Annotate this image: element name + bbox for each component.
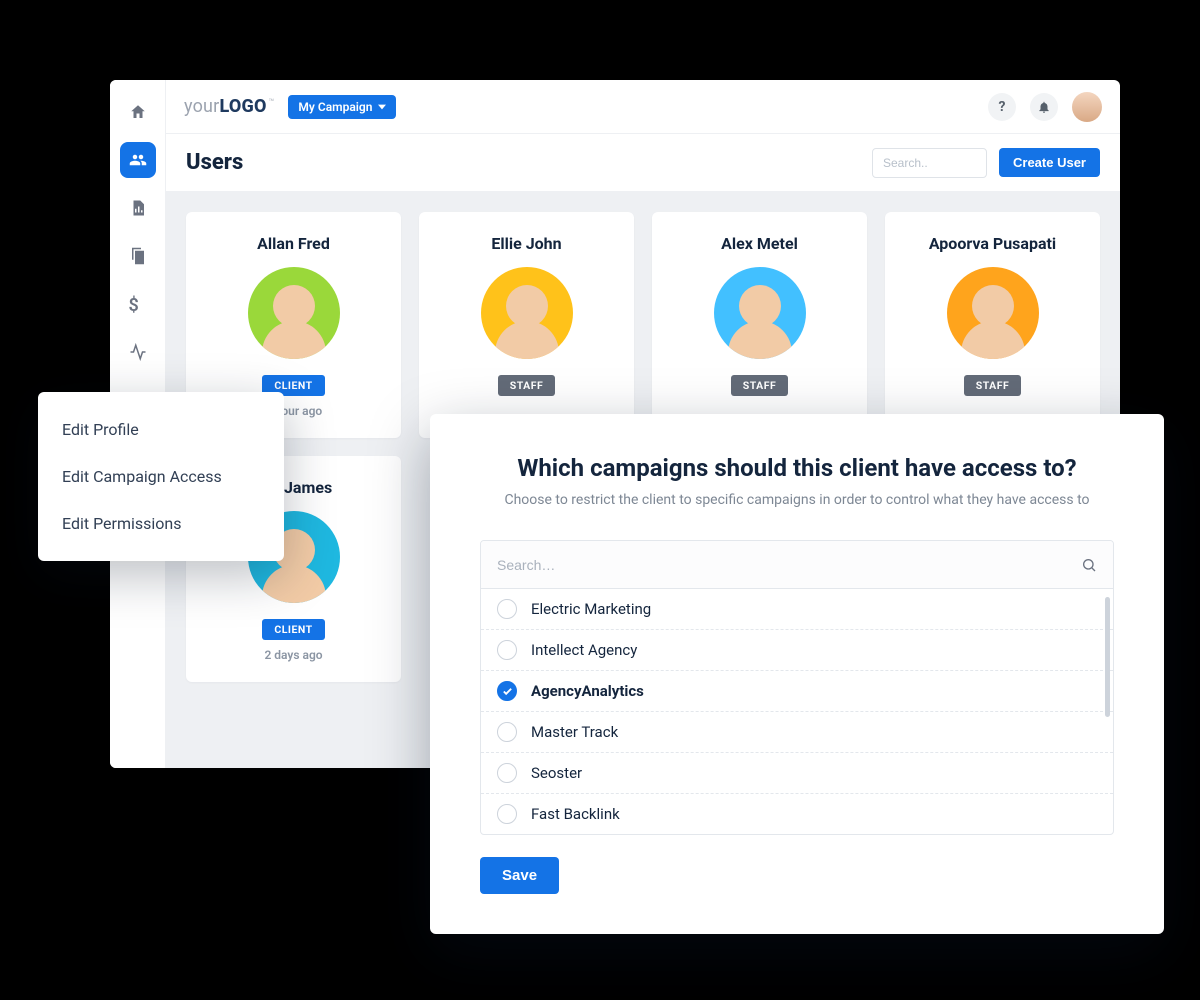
logo-tm: ™ [269,98,275,108]
search-input[interactable] [872,148,987,178]
campaign-option[interactable]: Fast Backlink [481,794,1113,834]
user-card[interactable]: Alex Metel STAFF [652,212,867,438]
bell-icon [1037,100,1051,114]
modal-title: Which campaigns should this client have … [480,454,1114,482]
sidebar-item-billing[interactable]: $ [120,286,156,322]
user-avatar [248,267,340,359]
modal-footer: Save [480,857,1114,894]
role-badge: STAFF [731,375,789,396]
campaign-label: Fast Backlink [531,805,620,823]
dollar-icon: $ [129,295,147,313]
campaign-option[interactable]: Master Track [481,712,1113,753]
sidebar-item-reports[interactable] [120,190,156,226]
sidebar-item-users[interactable] [120,142,156,178]
create-user-button[interactable]: Create User [999,148,1100,177]
sidebar-item-home[interactable] [120,94,156,130]
avatar[interactable] [1072,92,1102,122]
logo: yourLOGO™ [184,96,274,117]
help-icon: ? [999,99,1006,115]
campaign-label: Electric Marketing [531,600,651,618]
campaign-option[interactable]: Intellect Agency [481,630,1113,671]
activity-icon [129,343,147,361]
topbar: yourLOGO™ My Campaign ? [166,80,1120,134]
help-button[interactable]: ? [988,93,1016,121]
campaign-search-input[interactable] [497,557,1071,573]
sidebar-item-activity[interactable] [120,334,156,370]
campaign-list[interactable]: Electric Marketing Intellect Agency Agen… [481,589,1113,834]
role-badge: CLIENT [262,619,324,640]
user-name: Allan Fred [257,234,330,253]
user-name: Apoorva Pusapati [929,234,1056,253]
user-card[interactable]: Ellie John STAFF [419,212,634,438]
campaign-label: Intellect Agency [531,641,637,659]
radio-unchecked-icon [497,722,517,742]
page-title: Users [186,150,243,175]
last-seen: 2 days ago [264,648,322,662]
user-name: Ellie John [491,234,561,253]
menu-edit-profile[interactable]: Edit Profile [38,406,284,453]
user-avatar [481,267,573,359]
role-badge: STAFF [498,375,556,396]
search-icon [1081,557,1097,573]
file-chart-icon [129,199,147,217]
radio-checked-icon [497,681,517,701]
campaign-label: AgencyAnalytics [531,682,644,700]
user-avatar [714,267,806,359]
campaign-option[interactable]: Electric Marketing [481,589,1113,630]
logo-brand: LOGO [219,96,266,117]
campaign-label: Seoster [531,764,582,782]
scrollbar[interactable] [1105,597,1110,717]
logo-prefix: your [184,96,219,117]
campaign-dropdown[interactable]: My Campaign [288,95,396,119]
sidebar-item-copy[interactable] [120,238,156,274]
context-menu: Edit Profile Edit Campaign Access Edit P… [38,392,284,561]
campaign-dropdown-label: My Campaign [298,100,372,114]
notifications-button[interactable] [1030,93,1058,121]
user-name: Alex Metel [721,234,798,253]
menu-edit-permissions[interactable]: Edit Permissions [38,500,284,547]
campaign-selector: Electric Marketing Intellect Agency Agen… [480,540,1114,835]
users-icon [129,151,147,169]
modal-subtitle: Choose to restrict the client to specifi… [480,492,1114,508]
campaign-option[interactable]: AgencyAnalytics [481,671,1113,712]
home-icon [129,103,147,121]
user-card[interactable]: Apoorva Pusapati STAFF [885,212,1100,438]
radio-unchecked-icon [497,804,517,824]
campaign-search-row [481,541,1113,589]
copy-icon [129,247,147,265]
radio-unchecked-icon [497,640,517,660]
radio-unchecked-icon [497,599,517,619]
radio-unchecked-icon [497,763,517,783]
chevron-down-icon [378,103,386,111]
role-badge: STAFF [964,375,1022,396]
save-button[interactable]: Save [480,857,559,894]
campaign-access-modal: Which campaigns should this client have … [430,414,1164,934]
campaign-label: Master Track [531,723,618,741]
page-header: Users Create User [166,134,1120,192]
menu-edit-campaign-access[interactable]: Edit Campaign Access [38,453,284,500]
user-avatar [947,267,1039,359]
campaign-option[interactable]: Seoster [481,753,1113,794]
